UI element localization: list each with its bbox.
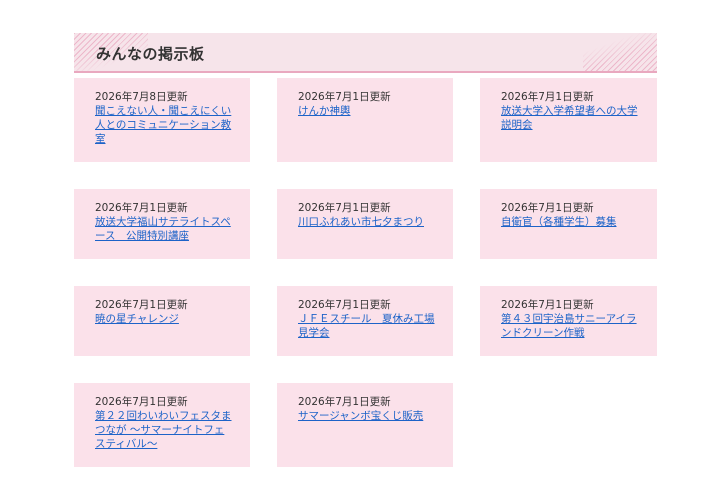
post-card: 2026年7月1日更新 放送大学福山サテライトスペース 公開特別講座	[74, 189, 250, 259]
post-date: 2026年7月1日更新	[298, 91, 391, 103]
post-link[interactable]: ＪＦＥスチール 夏休み工場見学会	[298, 312, 435, 340]
post-date: 2026年7月1日更新	[298, 299, 391, 311]
post-date: 2026年7月1日更新	[95, 202, 188, 214]
post-date: 2026年7月1日更新	[95, 396, 188, 408]
post-card: 2026年7月1日更新 けんか神輿	[277, 78, 453, 162]
post-card: 2026年7月1日更新 第２２回わいわいフェスタまつなが ～サマーナイトフェステ…	[74, 383, 250, 467]
post-card: 2026年7月1日更新 放送大学入学希望者への大学説明会	[480, 78, 657, 162]
board-title: みんなの掲示板	[96, 45, 205, 63]
post-link[interactable]: 自衛官（各種学生）募集	[501, 215, 639, 229]
post-link[interactable]: 放送大学入学希望者への大学説明会	[501, 104, 639, 132]
post-date: 2026年7月1日更新	[501, 299, 594, 311]
post-card: 2026年7月1日更新 サマージャンボ宝くじ販売	[277, 383, 453, 467]
post-card: 2026年7月1日更新 川口ふれあい市七夕まつり	[277, 189, 453, 259]
post-link[interactable]: 聞こえない人・聞こえにくい人とのコミュニケーション教室	[95, 104, 232, 146]
board-header: みんなの掲示板	[74, 33, 657, 73]
post-card: 2026年7月1日更新 第４３回宇治島サニーアイランドクリーン作戦	[480, 286, 657, 356]
post-date: 2026年7月1日更新	[95, 299, 188, 311]
post-link[interactable]: サマージャンボ宝くじ販売	[298, 409, 435, 423]
post-date: 2026年7月1日更新	[298, 202, 391, 214]
post-link[interactable]: 川口ふれあい市七夕まつり	[298, 215, 435, 229]
community-board: みんなの掲示板	[74, 33, 657, 73]
post-card: 2026年7月1日更新 自衛官（各種学生）募集	[480, 189, 657, 259]
post-card: 2026年7月1日更新 暁の星チャレンジ	[74, 286, 250, 356]
header-stripe-decoration-right	[583, 33, 657, 71]
post-date: 2026年7月1日更新	[298, 396, 391, 408]
post-link[interactable]: 第２２回わいわいフェスタまつなが ～サマーナイトフェスティバル～	[95, 409, 232, 451]
post-date: 2026年7月1日更新	[501, 202, 594, 214]
post-card: 2026年7月1日更新 ＪＦＥスチール 夏休み工場見学会	[277, 286, 453, 356]
post-link[interactable]: 暁の星チャレンジ	[95, 312, 232, 326]
post-link[interactable]: 第４３回宇治島サニーアイランドクリーン作戦	[501, 312, 639, 340]
post-date: 2026年7月1日更新	[501, 91, 594, 103]
post-card: 2026年7月8日更新 聞こえない人・聞こえにくい人とのコミュニケーション教室	[74, 78, 250, 162]
post-link[interactable]: 放送大学福山サテライトスペース 公開特別講座	[95, 215, 232, 243]
post-link[interactable]: けんか神輿	[298, 104, 435, 118]
post-date: 2026年7月8日更新	[95, 91, 188, 103]
